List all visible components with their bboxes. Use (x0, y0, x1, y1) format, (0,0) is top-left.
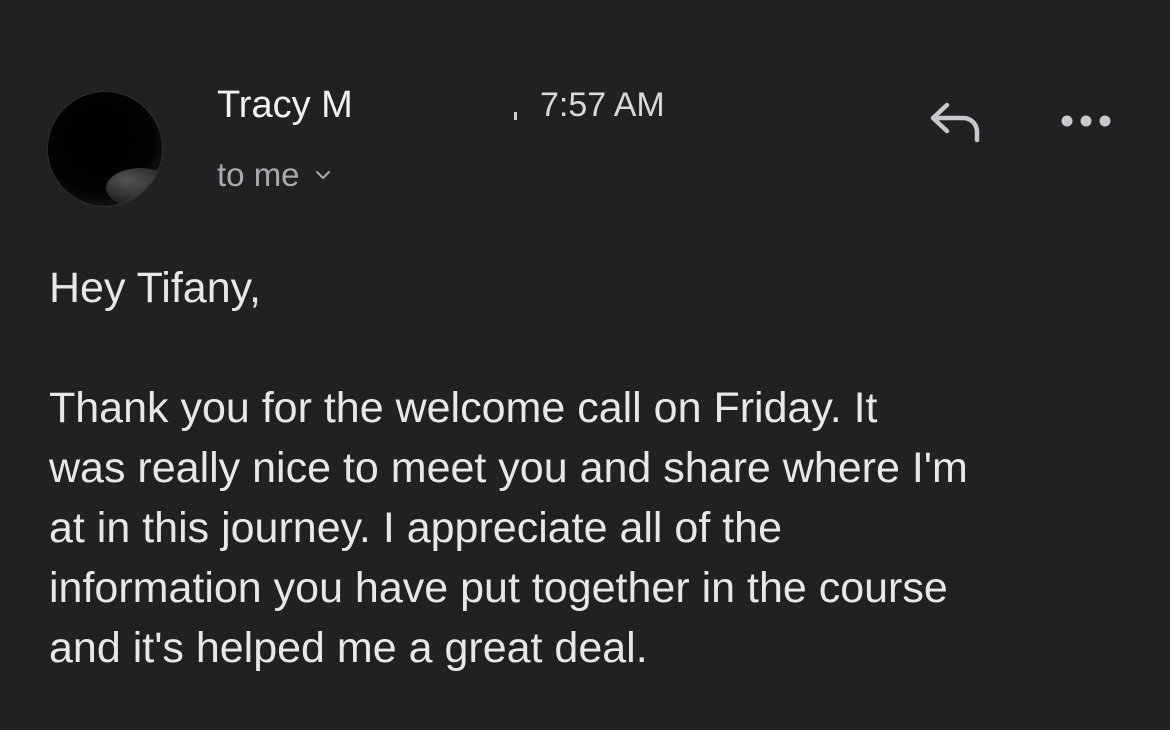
reply-icon (930, 102, 980, 143)
body-line: Thank you for the welcome call on Friday… (49, 384, 878, 432)
recipient-label: to me (217, 156, 300, 193)
redaction-edge (514, 112, 517, 120)
recipient-details-toggle[interactable]: to me (217, 154, 332, 196)
email-greeting: Hey Tifany, (49, 264, 261, 312)
sender-avatar[interactable] (48, 92, 162, 206)
name-redaction (362, 88, 512, 124)
more-horizontal-icon (1061, 115, 1111, 127)
email-time: 7:57 AM (540, 86, 665, 124)
email-body: Hey Tifany, Thank you for the welcome ca… (49, 258, 1129, 678)
body-line: was really nice to meet you and share wh… (49, 444, 968, 492)
body-line: information you have put together in the… (49, 564, 948, 612)
body-line: and it's helped me a great deal. (49, 624, 648, 672)
chevron-down-icon (315, 171, 330, 179)
body-line: at in this journey. I appreciate all of … (49, 504, 783, 552)
sender-name[interactable]: Tracy M (217, 83, 353, 127)
reply-button[interactable] (922, 96, 986, 146)
email-view: Tracy M 7:57 AM to me Hey Tifany, Thank … (0, 0, 1170, 730)
more-options-button[interactable] (1056, 100, 1116, 142)
